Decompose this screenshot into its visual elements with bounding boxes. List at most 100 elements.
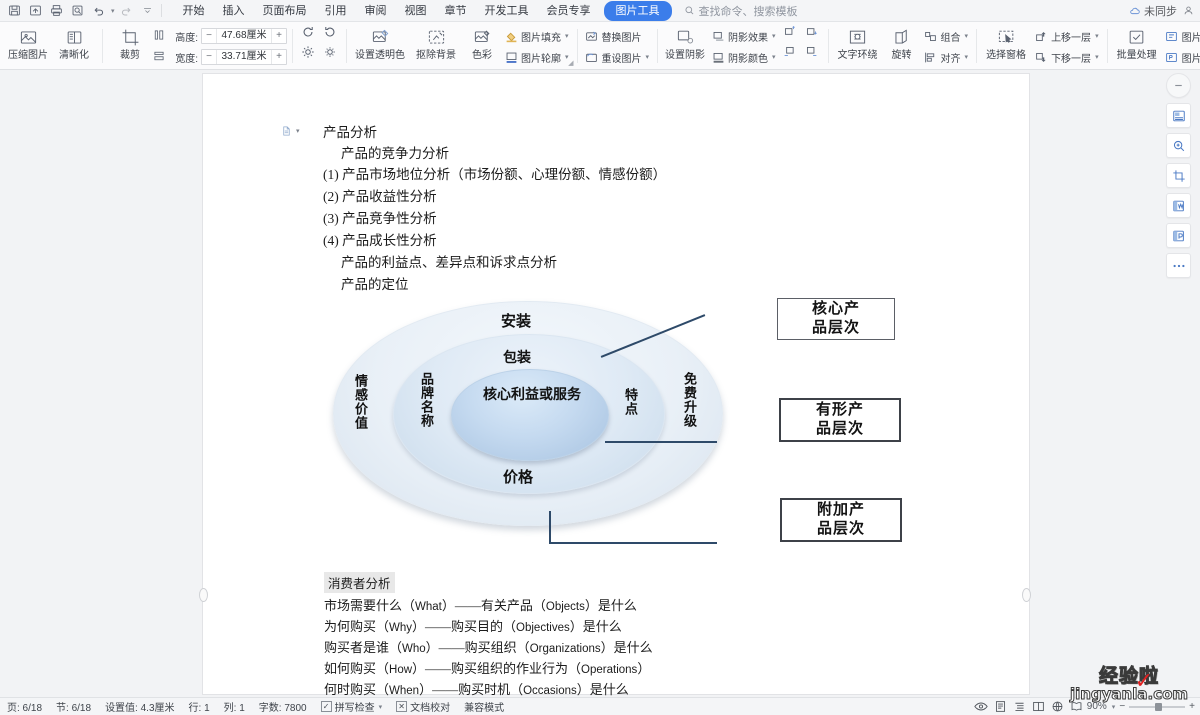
align-caret-icon[interactable]: ▾ xyxy=(965,53,969,61)
spell-check-button[interactable]: ✓ 拼写检查 ▾ xyxy=(314,699,390,714)
rotate-left-icon[interactable] xyxy=(301,25,315,44)
crop-tool-icon[interactable] xyxy=(1166,163,1191,188)
outline-view-icon[interactable] xyxy=(1011,700,1028,714)
shadow-effect-button[interactable]: 阴影效果 ▾ xyxy=(708,27,779,45)
save-as-icon[interactable] xyxy=(26,1,45,20)
web-view-icon[interactable] xyxy=(1049,700,1066,714)
callout-box-augmented[interactable]: 附加产 品层次 xyxy=(780,498,902,542)
shadow-nudge-left-icon[interactable] xyxy=(783,45,796,63)
color-group-expander-icon[interactable]: ◢ xyxy=(568,59,573,67)
menu-member-exclusive[interactable]: 会员专享 xyxy=(538,1,600,21)
picture-fill-button[interactable]: 图片填充 ▾ xyxy=(501,27,572,45)
zoom-level-label[interactable]: 90% xyxy=(1087,701,1107,712)
print-icon[interactable] xyxy=(47,1,66,20)
shadow-color-caret-icon[interactable]: ▾ xyxy=(772,53,776,61)
export-ppt-icon[interactable] xyxy=(1166,223,1191,248)
reading-view-icon[interactable] xyxy=(1068,700,1085,714)
set-transparent-color-button[interactable]: 设置透明色 xyxy=(351,24,409,69)
height-stepper[interactable]: − 47.68厘米 + xyxy=(201,28,287,44)
sync-status[interactable]: 未同步 xyxy=(1129,3,1177,19)
reset-picture-caret-icon[interactable]: ▾ xyxy=(646,53,650,61)
picture-to-pdf-button[interactable]: 图片转PDF xyxy=(1162,48,1200,66)
spell-check-caret-icon[interactable]: ▾ xyxy=(379,703,383,711)
reset-picture-button[interactable]: 重设图片 ▾ xyxy=(582,48,653,66)
picture-outline-button[interactable]: 图片轮廓 ▾ xyxy=(501,48,572,66)
bring-forward-caret-icon[interactable]: ▾ xyxy=(1095,32,1099,40)
save-icon[interactable] xyxy=(5,1,24,20)
user-account-icon[interactable] xyxy=(1183,5,1194,16)
picture-fill-caret-icon[interactable]: ▾ xyxy=(565,32,569,40)
send-backward-button[interactable]: 下移一层 ▾ xyxy=(1031,48,1102,66)
text-wrap-button[interactable]: 文字环绕 ▾ xyxy=(833,24,883,69)
width-stepper[interactable]: − 33.71厘米 + xyxy=(201,49,287,65)
callout-box-tangible[interactable]: 有形产 品层次 xyxy=(779,398,901,442)
document-page[interactable]: ▾ 产品分析 产品的竞争力分析 (1) 产品市场地位分析（市场份额、心理份额、情… xyxy=(203,74,1029,697)
rotate-button[interactable]: 旋转 xyxy=(883,24,921,69)
redo-icon[interactable] xyxy=(117,1,136,20)
zoom-in-icon[interactable] xyxy=(1166,133,1191,158)
more-tools-icon[interactable] xyxy=(1166,253,1191,278)
page-left-handle[interactable] xyxy=(199,588,208,602)
page-view-icon[interactable] xyxy=(992,700,1009,714)
shadow-nudge-down-icon[interactable] xyxy=(805,25,818,43)
print-preview-icon[interactable] xyxy=(68,1,87,20)
undo-caret-icon[interactable]: ▾ xyxy=(111,7,115,15)
width-plus[interactable]: + xyxy=(272,50,286,64)
bring-forward-button[interactable]: 上移一层 ▾ xyxy=(1031,27,1102,45)
collapse-pane-icon[interactable] xyxy=(1166,73,1191,98)
callout-box-core[interactable]: 核心产 品层次 xyxy=(777,298,895,340)
export-word-icon[interactable] xyxy=(1166,193,1191,218)
eye-icon[interactable] xyxy=(973,700,990,714)
width-minus[interactable]: − xyxy=(202,50,216,64)
document-workspace[interactable]: ▾ 产品分析 产品的竞争力分析 (1) 产品市场地位分析（市场份额、心理份额、情… xyxy=(0,70,1200,697)
group-button[interactable]: 组合 ▾ xyxy=(921,27,972,45)
zoom-control[interactable]: 90% ▾ − + xyxy=(1087,701,1195,712)
menu-page-layout[interactable]: 页面布局 xyxy=(254,1,316,21)
menu-developer-tools[interactable]: 开发工具 xyxy=(476,1,538,21)
height-plus[interactable]: + xyxy=(272,29,286,43)
zoom-caret-icon[interactable]: ▾ xyxy=(1112,703,1116,711)
group-caret-icon[interactable]: ▾ xyxy=(965,32,969,40)
page-right-handle[interactable] xyxy=(1022,588,1031,602)
selection-pane-button[interactable]: 选择窗格 xyxy=(981,24,1031,69)
batch-process-button[interactable]: 批量处理 ▾ xyxy=(1112,24,1162,69)
customize-qat-icon[interactable] xyxy=(138,1,157,20)
menu-start[interactable]: 开始 xyxy=(174,1,214,21)
brightness-up-icon[interactable] xyxy=(301,45,315,64)
picture-to-text-button[interactable]: 图片转文字 xyxy=(1162,27,1200,45)
shadow-color-button[interactable]: 阴影颜色 ▾ xyxy=(708,48,779,66)
menu-view[interactable]: 视图 xyxy=(396,1,436,21)
compress-image-button[interactable]: 压缩图片 xyxy=(5,24,51,69)
menu-section[interactable]: 章节 xyxy=(436,1,476,21)
zoom-plus-button[interactable]: + xyxy=(1189,701,1195,712)
menu-references[interactable]: 引用 xyxy=(316,1,356,21)
brightness-down-icon[interactable] xyxy=(323,45,337,64)
sharpen-image-button[interactable]: 清晰化 ▾ xyxy=(51,24,97,69)
height-minus[interactable]: − xyxy=(202,29,216,43)
status-section[interactable]: 节: 6/18 xyxy=(49,699,98,714)
zoom-slider-knob[interactable] xyxy=(1155,702,1163,711)
menu-insert[interactable]: 插入 xyxy=(214,1,254,21)
color-button[interactable]: 色彩 xyxy=(463,24,501,69)
shadow-nudge-right-icon[interactable] xyxy=(805,45,818,63)
image-layout-icon[interactable] xyxy=(1166,103,1191,128)
remove-background-button[interactable]: 抠除背景 xyxy=(409,24,463,69)
zoom-slider-track[interactable] xyxy=(1129,702,1186,711)
status-word-count[interactable]: 字数: 7800 xyxy=(252,699,314,714)
status-page[interactable]: 页: 6/18 xyxy=(0,699,49,714)
height-value[interactable]: 47.68厘米 xyxy=(216,29,272,43)
shadow-effect-caret-icon[interactable]: ▾ xyxy=(772,32,776,40)
crop-button[interactable]: 裁剪 xyxy=(107,24,153,69)
set-shadow-button[interactable]: 设置阴影 xyxy=(662,24,708,69)
replace-picture-button[interactable]: 替换图片 xyxy=(582,27,653,45)
menu-picture-tools[interactable]: 图片工具 xyxy=(603,0,672,21)
two-page-view-icon[interactable] xyxy=(1030,700,1047,714)
align-button[interactable]: 对齐 ▾ xyxy=(921,48,972,66)
width-value[interactable]: 33.71厘米 xyxy=(216,50,272,64)
doc-proof-button[interactable]: ✕ 文档校对 xyxy=(389,699,457,714)
zoom-minus-button[interactable]: − xyxy=(1119,701,1125,712)
command-search[interactable]: 查找命令、搜索模板 xyxy=(684,3,798,19)
rotate-right-icon[interactable] xyxy=(323,25,337,44)
undo-icon[interactable] xyxy=(89,1,108,20)
send-backward-caret-icon[interactable]: ▾ xyxy=(1095,53,1099,61)
